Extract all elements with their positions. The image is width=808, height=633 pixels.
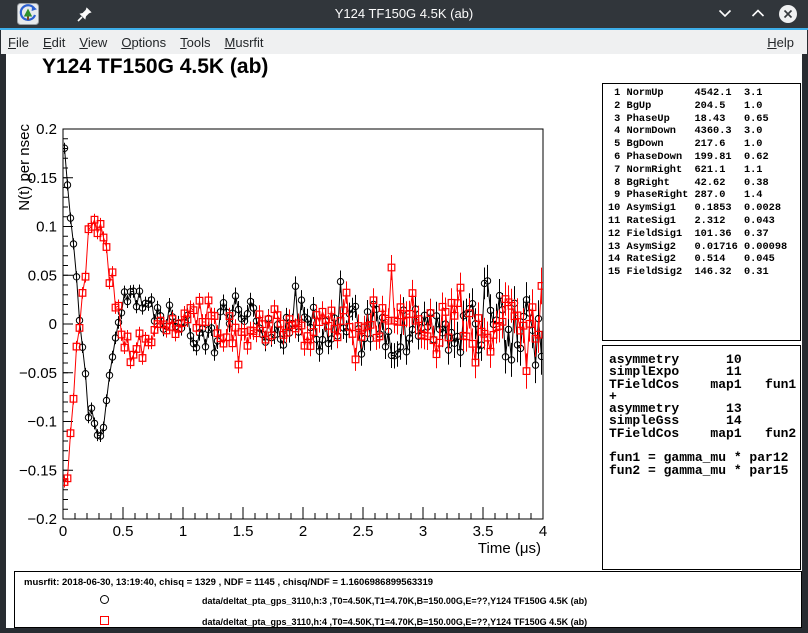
minimize-button[interactable] <box>718 9 732 18</box>
svg-text:0.05: 0.05 <box>28 267 57 284</box>
menu-item-edit[interactable]: Edit <box>36 33 72 52</box>
svg-text:3: 3 <box>419 523 427 540</box>
svg-text:−0.1: −0.1 <box>27 414 57 431</box>
maximize-button[interactable] <box>751 9 765 18</box>
series-h3 <box>61 143 544 442</box>
svg-text:1.5: 1.5 <box>233 523 254 540</box>
svg-text:2: 2 <box>299 523 307 540</box>
menu-item-options[interactable]: Options <box>114 33 173 52</box>
svg-text:4: 4 <box>539 523 547 540</box>
legend-row-h3: data/deltat_pta_gps_3110,h:3 ,T0=4.50K,T… <box>15 595 801 607</box>
close-button[interactable] <box>779 5 797 23</box>
legend-marker-circle-icon <box>100 595 109 604</box>
menubar: FileEditViewOptionsToolsMusrfit Help <box>1 30 807 54</box>
plot-title: Y124 TF150G 4.5K (ab) <box>42 55 268 79</box>
svg-text:−0.05: −0.05 <box>19 365 57 382</box>
svg-text:2.5: 2.5 <box>353 523 374 540</box>
titlebar[interactable]: Y124 TF150G 4.5K (ab) <box>0 0 808 28</box>
menu-item-help[interactable]: Help <box>760 33 801 52</box>
menu-item-tools[interactable]: Tools <box>173 33 217 52</box>
series-h4 <box>61 214 545 488</box>
svg-text:1: 1 <box>179 523 187 540</box>
legend-box[interactable]: musrfit: 2018-06-30, 13:19:40, chisq = 1… <box>14 571 802 628</box>
menu-item-musrfit[interactable]: Musrfit <box>218 33 271 52</box>
theory-box[interactable]: asymmetry 10 simplExpo 11 TFieldCos map1… <box>602 345 801 570</box>
svg-text:−0.15: −0.15 <box>19 462 57 479</box>
legend-label-h3: data/deltat_pta_gps_3110,h:3 ,T0=4.50K,T… <box>202 596 587 606</box>
svg-text:0.5: 0.5 <box>113 523 134 540</box>
svg-text:0.2: 0.2 <box>36 121 57 138</box>
menu-item-file[interactable]: File <box>1 33 36 52</box>
x-axis-title: Time (μs) <box>478 540 541 557</box>
y-axis-title: N(t) per nsec <box>16 124 33 211</box>
legend-marker-square-icon <box>100 616 109 625</box>
legend-row-h4: data/deltat_pta_gps_3110,h:4 ,T0=4.50K,T… <box>15 616 801 628</box>
svg-text:0: 0 <box>49 316 57 333</box>
parameter-box[interactable]: 1 NormUp 4542.1 3.1 2 BgUp 204.5 1.0 3 P… <box>602 83 801 341</box>
window-title: Y124 TF150G 4.5K (ab) <box>0 6 808 21</box>
legend-label-h4: data/deltat_pta_gps_3110,h:4 ,T0=4.50K,T… <box>202 617 587 627</box>
close-icon <box>783 9 793 19</box>
parameter-box-text: 1 NormUp 4542.1 3.1 2 BgUp 204.5 1.0 3 P… <box>603 84 800 279</box>
svg-text:0.1: 0.1 <box>36 219 57 236</box>
svg-text:−0.2: −0.2 <box>27 511 57 528</box>
fit-stats-line: musrfit: 2018-06-30, 13:19:40, chisq = 1… <box>24 577 433 588</box>
svg-text:3.5: 3.5 <box>473 523 494 540</box>
theory-box-text: asymmetry 10 simplExpo 11 TFieldCos map1… <box>603 346 800 477</box>
svg-text:0: 0 <box>59 523 67 540</box>
menu-item-view[interactable]: View <box>72 33 114 52</box>
